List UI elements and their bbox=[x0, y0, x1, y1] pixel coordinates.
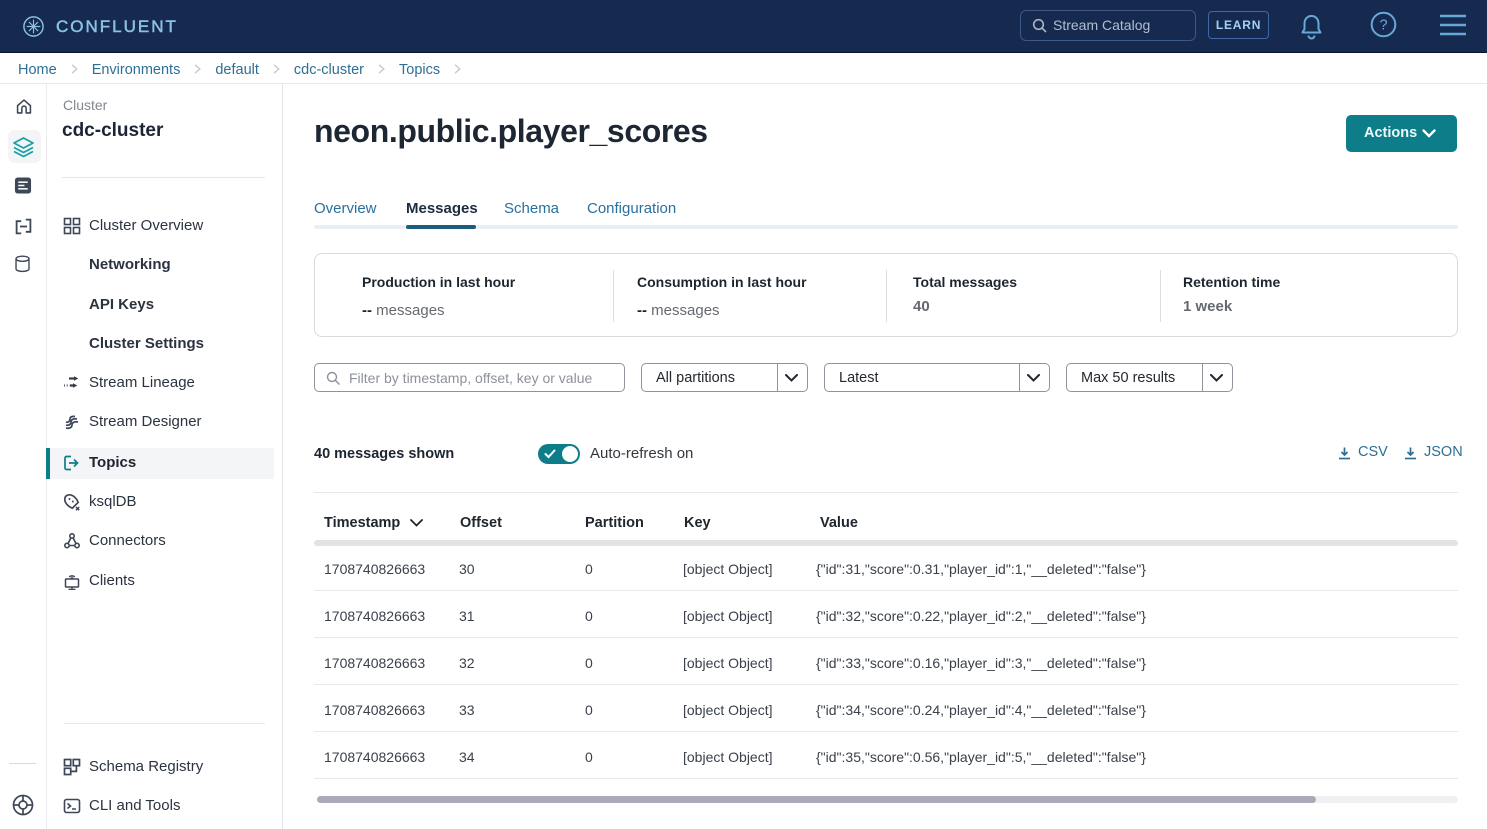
svg-text:?: ? bbox=[1379, 18, 1387, 34]
